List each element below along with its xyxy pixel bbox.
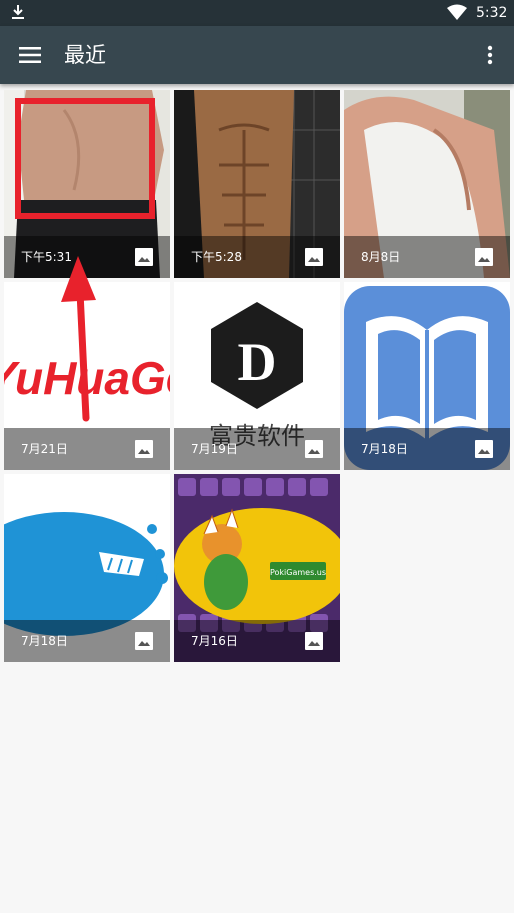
- status-bar: 5:32: [0, 0, 514, 26]
- photo-tile[interactable]: 8月8日: [344, 90, 510, 278]
- image-icon: [135, 248, 153, 266]
- wifi-icon: [447, 4, 467, 20]
- photo-tile[interactable]: 7月18日: [4, 474, 170, 662]
- tile-date-label: 7月16日: [191, 634, 238, 648]
- logo-letter: D: [238, 332, 277, 392]
- tile-date-label: 7月18日: [21, 634, 68, 648]
- image-icon: [305, 632, 323, 650]
- menu-icon[interactable]: [19, 47, 41, 63]
- tile-date-label: 7月21日: [21, 442, 68, 456]
- logo-text: YuHuaGe: [4, 352, 170, 404]
- photo-tile[interactable]: PokiGames.us 7月16日: [174, 474, 340, 662]
- status-time: 5:32: [476, 5, 508, 21]
- tile-date-label: 8月8日: [361, 250, 401, 264]
- more-options-icon[interactable]: [486, 45, 494, 65]
- image-icon: [475, 248, 493, 266]
- tile-date-label: 7月18日: [361, 442, 408, 456]
- download-icon: [12, 5, 24, 19]
- image-icon: [475, 440, 493, 458]
- photo-tile[interactable]: 7月18日: [344, 282, 510, 470]
- tile-date-label: 下午5:31: [21, 250, 72, 264]
- tile-date-label: 7月19日: [191, 442, 238, 456]
- photo-tile[interactable]: D 富贵软件 7月19日: [174, 282, 340, 470]
- poki-logo-text: PokiGames.us: [270, 568, 326, 577]
- photo-tile[interactable]: 下午5:31: [4, 90, 170, 278]
- page-title: 最近: [64, 43, 106, 67]
- image-icon: [305, 248, 323, 266]
- image-icon: [305, 440, 323, 458]
- image-icon: [135, 440, 153, 458]
- image-icon: [135, 632, 153, 650]
- app-bar: 最近: [0, 26, 514, 84]
- tile-date-label: 下午5:28: [191, 250, 242, 264]
- photo-tile[interactable]: 下午5:28: [174, 90, 340, 278]
- photo-tile[interactable]: YuHuaGe 7月21日: [4, 282, 170, 470]
